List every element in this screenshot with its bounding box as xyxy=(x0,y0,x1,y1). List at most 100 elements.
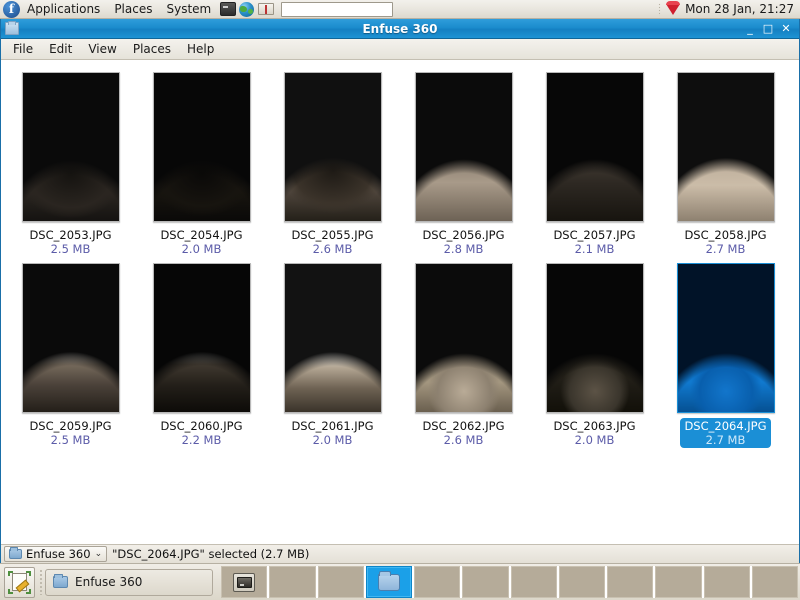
panel-search-input[interactable] xyxy=(281,1,394,17)
file-label[interactable]: DSC_2053.JPG 2.5 MB xyxy=(25,227,115,257)
file-label[interactable]: DSC_2059.JPG 2.5 MB xyxy=(25,418,115,448)
workspace-switcher[interactable] xyxy=(221,566,798,598)
file-thumbnail[interactable] xyxy=(414,72,513,222)
fedora-logo-icon[interactable]: f xyxy=(3,0,20,18)
file-item[interactable]: DSC_2063.JPG 2.0 MB xyxy=(533,257,656,448)
minimize-button[interactable]: _ xyxy=(742,21,758,36)
file-size: 2.5 MB xyxy=(50,242,91,256)
workspace-3[interactable] xyxy=(317,566,364,598)
file-label[interactable]: DSC_2057.JPG 2.1 MB xyxy=(549,227,639,257)
applications-menu[interactable]: Applications xyxy=(20,0,107,19)
file-item[interactable]: DSC_2058.JPG 2.7 MB xyxy=(664,66,787,257)
file-thumbnail[interactable] xyxy=(676,263,775,413)
file-thumbnail[interactable] xyxy=(283,72,382,222)
panel-grip xyxy=(39,569,43,595)
workspace-5[interactable] xyxy=(414,566,461,598)
close-button[interactable]: ✕ xyxy=(778,21,794,36)
file-thumbnail[interactable] xyxy=(21,72,120,222)
thumbnail-image xyxy=(677,73,774,221)
file-label[interactable]: DSC_2061.JPG 2.0 MB xyxy=(287,418,377,448)
web-browser-icon[interactable] xyxy=(238,1,255,18)
workspace-11[interactable] xyxy=(703,566,750,598)
terminal-icon[interactable] xyxy=(219,1,236,18)
workspace-1[interactable] xyxy=(221,566,268,598)
thumbnail-image xyxy=(284,73,381,221)
file-thumbnail[interactable] xyxy=(545,263,644,413)
file-thumbnail[interactable] xyxy=(21,263,120,413)
workspace-6[interactable] xyxy=(462,566,509,598)
path-dropdown-button[interactable]: Enfuse 360 ⌄ xyxy=(4,546,108,562)
file-thumbnail[interactable] xyxy=(414,263,513,413)
file-name: DSC_2064.JPG xyxy=(684,419,767,433)
file-name: DSC_2058.JPG xyxy=(684,228,767,242)
places-menu[interactable]: Places xyxy=(107,0,159,19)
file-label[interactable]: DSC_2063.JPG 2.0 MB xyxy=(549,418,639,448)
system-menu[interactable]: System xyxy=(159,0,218,19)
file-label[interactable]: DSC_2062.JPG 2.6 MB xyxy=(418,418,508,448)
file-item[interactable]: DSC_2055.JPG 2.6 MB xyxy=(271,66,394,257)
file-item[interactable]: DSC_2053.JPG 2.5 MB xyxy=(9,66,132,257)
file-item[interactable]: DSC_2064.JPG 2.7 MB xyxy=(664,257,787,448)
workspace-9[interactable] xyxy=(607,566,654,598)
show-desktop-icon[interactable] xyxy=(4,566,35,598)
workspace-10[interactable] xyxy=(655,566,702,598)
file-thumbnail[interactable] xyxy=(676,72,775,222)
file-name: DSC_2053.JPG xyxy=(29,228,112,242)
file-item[interactable]: DSC_2054.JPG 2.0 MB xyxy=(140,66,263,257)
file-name: DSC_2059.JPG xyxy=(29,419,112,433)
workspace-12[interactable] xyxy=(751,566,798,598)
file-item[interactable]: DSC_2059.JPG 2.5 MB xyxy=(9,257,132,448)
file-name: DSC_2057.JPG xyxy=(553,228,636,242)
thumbnail-image xyxy=(153,73,250,221)
file-size: 2.0 MB xyxy=(574,433,615,447)
icon-row: DSC_2053.JPG 2.5 MB DSC_2054.JPG 2.0 MB DSC_… xyxy=(1,66,799,257)
file-item[interactable]: DSC_2060.JPG 2.2 MB xyxy=(140,257,263,448)
top-panel: f Applications Places System Mon 28 Jan,… xyxy=(0,0,800,19)
window-titlebar[interactable]: Enfuse 360 _ □ ✕ xyxy=(1,19,799,39)
dictionary-icon[interactable] xyxy=(257,1,274,18)
file-label[interactable]: DSC_2054.JPG 2.0 MB xyxy=(156,227,246,257)
file-thumbnail[interactable] xyxy=(152,72,251,222)
thumbnail-image xyxy=(153,264,250,412)
clock[interactable]: Mon 28 Jan, 21:27 xyxy=(685,2,794,16)
menu-edit[interactable]: Edit xyxy=(41,39,80,60)
file-name: DSC_2063.JPG xyxy=(553,419,636,433)
file-name: DSC_2061.JPG xyxy=(291,419,374,433)
taskbar-window-button[interactable]: Enfuse 360 xyxy=(45,568,213,596)
file-item[interactable]: DSC_2057.JPG 2.1 MB xyxy=(533,66,656,257)
workspace-8[interactable] xyxy=(558,566,605,598)
menu-places[interactable]: Places xyxy=(125,39,179,60)
workspace-7[interactable] xyxy=(510,566,557,598)
file-size: 2.6 MB xyxy=(443,433,484,447)
file-thumbnail[interactable] xyxy=(283,263,382,413)
workspace-4[interactable] xyxy=(365,566,412,598)
file-label[interactable]: DSC_2058.JPG 2.7 MB xyxy=(680,227,770,257)
ruby-gem-icon[interactable] xyxy=(666,0,681,15)
menu-file[interactable]: File xyxy=(5,39,41,60)
file-item[interactable]: DSC_2056.JPG 2.8 MB xyxy=(402,66,525,257)
file-label[interactable]: DSC_2060.JPG 2.2 MB xyxy=(156,418,246,448)
thumbnail-image xyxy=(546,264,643,412)
menu-help[interactable]: Help xyxy=(179,39,222,60)
menubar: File Edit View Places Help xyxy=(1,39,799,60)
file-label[interactable]: DSC_2056.JPG 2.8 MB xyxy=(418,227,508,257)
file-size: 2.7 MB xyxy=(705,433,746,447)
file-name: DSC_2054.JPG xyxy=(160,228,243,242)
maximize-button[interactable]: □ xyxy=(760,21,776,36)
file-label[interactable]: DSC_2055.JPG 2.6 MB xyxy=(287,227,377,257)
thumbnail-image xyxy=(22,264,119,412)
thumbnail-image xyxy=(677,264,774,412)
file-label[interactable]: DSC_2064.JPG 2.7 MB xyxy=(680,418,771,448)
workspace-2[interactable] xyxy=(269,566,316,598)
file-item[interactable]: DSC_2062.JPG 2.6 MB xyxy=(402,257,525,448)
file-thumbnail[interactable] xyxy=(152,263,251,413)
folder-window-icon[interactable] xyxy=(5,21,19,35)
folder-icon xyxy=(377,570,400,591)
file-item[interactable]: DSC_2061.JPG 2.0 MB xyxy=(271,257,394,448)
file-size: 2.5 MB xyxy=(50,433,91,447)
file-thumbnail[interactable] xyxy=(545,72,644,222)
menu-view[interactable]: View xyxy=(80,39,124,60)
icon-view[interactable]: DSC_2053.JPG 2.5 MB DSC_2054.JPG 2.0 MB DSC_… xyxy=(1,60,799,544)
window-title: Enfuse 360 xyxy=(362,21,438,36)
icon-row: DSC_2059.JPG 2.5 MB DSC_2060.JPG 2.2 MB DSC_… xyxy=(1,257,799,448)
